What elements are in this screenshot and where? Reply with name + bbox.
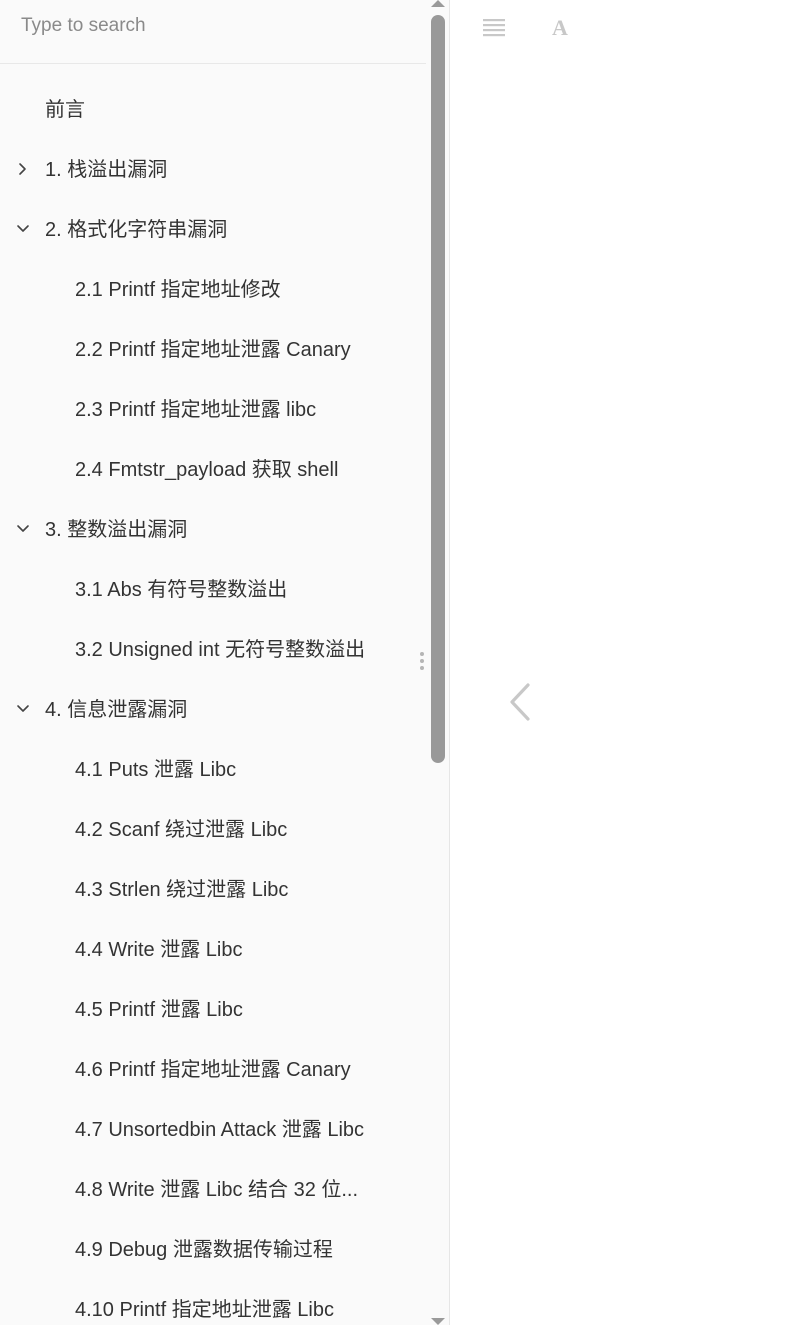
sidebar-resize-handle[interactable]: [419, 652, 425, 672]
toc-item-label: 4.8 Write 泄露 Libc 结合 32 位...: [75, 1179, 359, 1201]
toc-item-label: 2.2 Printf 指定地址泄露 Canary: [75, 339, 351, 361]
chevron-down-icon[interactable]: [14, 700, 32, 718]
toc-item[interactable]: 4.8 Write 泄露 Libc 结合 32 位...: [0, 1160, 426, 1220]
toc-item-label: 1. 栈溢出漏洞: [45, 159, 168, 181]
content-area: A: [450, 0, 795, 1325]
toc-item-label: 3.1 Abs 有符号整数溢出: [75, 579, 288, 601]
toc-item[interactable]: 4.5 Printf 泄露 Libc: [0, 980, 426, 1040]
toc-item[interactable]: 2.4 Fmtstr_payload 获取 shell: [0, 440, 426, 500]
toc-item-label: 4.7 Unsortedbin Attack 泄露 Libc: [75, 1119, 365, 1141]
toc-item-label: 3.2 Unsigned int 无符号整数溢出: [75, 639, 366, 661]
toc-item[interactable]: 4.9 Debug 泄露数据传输过程: [0, 1220, 426, 1280]
sidebar-scrollbar[interactable]: [428, 0, 448, 1325]
toc-item[interactable]: 1. 栈溢出漏洞: [0, 140, 426, 200]
toc-item-label: 4.3 Strlen 绕过泄露 Libc: [75, 879, 289, 901]
chevron-right-icon[interactable]: [14, 160, 32, 178]
toc-item-label: 2. 格式化字符串漏洞: [45, 219, 228, 241]
toc-item-label: 3. 整数溢出漏洞: [45, 519, 188, 541]
toc-item[interactable]: 4.6 Printf 指定地址泄露 Canary: [0, 1040, 426, 1100]
toc-item-label: 4.1 Puts 泄露 Libc: [75, 759, 237, 781]
toc-item[interactable]: 2. 格式化字符串漏洞: [0, 200, 426, 260]
toc-item[interactable]: 4.4 Write 泄露 Libc: [0, 920, 426, 980]
toc-item-label: 2.1 Printf 指定地址修改: [75, 279, 281, 301]
toc-item[interactable]: 2.2 Printf 指定地址泄露 Canary: [0, 320, 426, 380]
scrollbar-thumb[interactable]: [431, 15, 445, 763]
toc-item[interactable]: 3.1 Abs 有符号整数溢出: [0, 560, 426, 620]
chevron-down-icon[interactable]: [14, 520, 32, 538]
toc-item[interactable]: 3. 整数溢出漏洞: [0, 500, 426, 560]
toc-item[interactable]: 3.2 Unsigned int 无符号整数溢出: [0, 620, 426, 680]
toc-item[interactable]: 4.10 Printf 指定地址泄露 Libc: [0, 1280, 426, 1325]
scroll-up-arrow-icon[interactable]: [431, 0, 445, 7]
toc-item-label: 4.9 Debug 泄露数据传输过程: [75, 1239, 333, 1261]
font-settings-icon: A: [552, 15, 568, 40]
toc-item[interactable]: 4.3 Strlen 绕过泄露 Libc: [0, 860, 426, 920]
chevron-left-icon: [510, 683, 530, 721]
search-bar: [0, 0, 426, 64]
list-icon: [483, 19, 505, 37]
toc-item-label: 4.10 Printf 指定地址泄露 Libc: [75, 1299, 334, 1321]
toc-item-label: 4. 信息泄露漏洞: [45, 699, 188, 721]
toc-item-label: 4.6 Printf 指定地址泄露 Canary: [75, 1059, 351, 1081]
font-settings-button[interactable]: A: [540, 8, 580, 48]
toc-item-label: 4.4 Write 泄露 Libc: [75, 939, 243, 961]
toc-item-label: 前言: [45, 99, 85, 121]
toc-item[interactable]: 4.2 Scanf 绕过泄露 Libc: [0, 800, 426, 860]
toc-item-label: 4.2 Scanf 绕过泄露 Libc: [75, 819, 288, 841]
toc-item[interactable]: 2.1 Printf 指定地址修改: [0, 260, 426, 320]
table-of-contents: 前言 1. 栈溢出漏洞 2. 格式化字符串漏洞 2.1 Printf 指定地址修改 2.…: [0, 80, 426, 1325]
book-reader: 前言 1. 栈溢出漏洞 2. 格式化字符串漏洞 2.1 Printf 指定地址修改 2.…: [0, 0, 795, 1325]
toc-toggle-button[interactable]: [474, 8, 514, 48]
search-input[interactable]: [0, 0, 426, 52]
toc-item-label: 4.5 Printf 泄露 Libc: [75, 999, 243, 1021]
toc-item[interactable]: 4.1 Puts 泄露 Libc: [0, 740, 426, 800]
toc-item[interactable]: 2.3 Printf 指定地址泄露 libc: [0, 380, 426, 440]
toc-item-label: 2.3 Printf 指定地址泄露 libc: [75, 399, 317, 421]
toc-item[interactable]: 4.7 Unsortedbin Attack 泄露 Libc: [0, 1100, 426, 1160]
toc-item-label: 2.4 Fmtstr_payload 获取 shell: [75, 459, 339, 481]
toc-item[interactable]: 前言: [0, 80, 426, 140]
sidebar: 前言 1. 栈溢出漏洞 2. 格式化字符串漏洞 2.1 Printf 指定地址修改 2.…: [0, 0, 450, 1325]
toc-item[interactable]: 4. 信息泄露漏洞: [0, 680, 426, 740]
chevron-down-icon[interactable]: [14, 220, 32, 238]
scroll-down-arrow-icon[interactable]: [431, 1318, 445, 1325]
previous-chapter-button[interactable]: [500, 676, 540, 728]
